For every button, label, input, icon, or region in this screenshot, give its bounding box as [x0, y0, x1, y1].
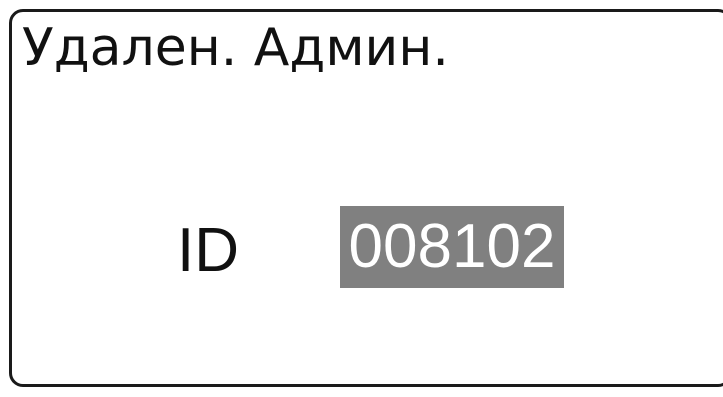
id-value-field[interactable]: 008102: [340, 206, 564, 288]
id-label: ID: [177, 216, 239, 285]
screen-title: Удален. Админ.: [22, 18, 449, 78]
